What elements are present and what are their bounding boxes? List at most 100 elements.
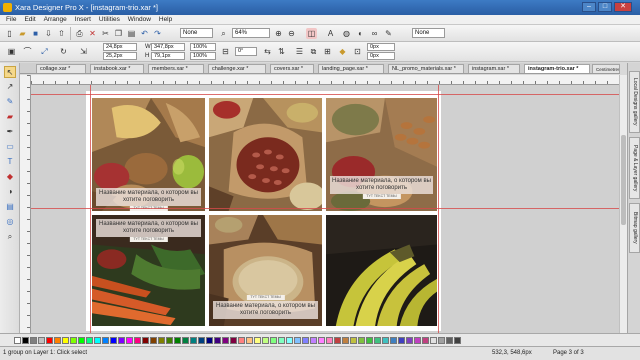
tile-vegetables[interactable]: Название материала, о котором вы хотите … xyxy=(91,97,206,212)
colour-swatch[interactable] xyxy=(54,337,61,344)
open-folder-icon[interactable]: ▰ xyxy=(17,28,28,39)
colour-swatch[interactable] xyxy=(38,337,45,344)
colour-swatch[interactable] xyxy=(390,337,397,344)
tab-members[interactable]: members.xar * xyxy=(148,64,204,73)
colour-swatch[interactable] xyxy=(150,337,157,344)
colour-swatch[interactable] xyxy=(350,337,357,344)
cut-icon[interactable]: ✂ xyxy=(100,28,111,39)
local-designs-gallery-tab[interactable]: Local Designs gallery xyxy=(629,71,640,133)
tab-nl-promo-materials[interactable]: NL_promo_materials.xar * xyxy=(388,64,464,73)
colour-swatch[interactable] xyxy=(190,337,197,344)
colour-swatch[interactable] xyxy=(438,337,445,344)
rectangle-tool-icon[interactable]: ▭ xyxy=(4,141,16,153)
colour-swatch[interactable] xyxy=(366,337,373,344)
colour-swatch[interactable] xyxy=(414,337,421,344)
x-position-field[interactable]: 24,8px xyxy=(103,43,137,51)
tile-lentils-almonds[interactable]: Название материала, о котором вы хотите … xyxy=(325,97,438,212)
save-icon[interactable]: ■ xyxy=(30,28,41,39)
bezier-icon[interactable]: ⌒ xyxy=(22,46,33,57)
rotate-icon[interactable]: ↻ xyxy=(58,46,69,57)
bitmap-gallery-tab[interactable]: Bitmap gallery xyxy=(629,203,640,253)
print-icon[interactable]: ⎙ xyxy=(74,28,85,39)
colour-swatch[interactable] xyxy=(142,337,149,344)
colour-swatch[interactable] xyxy=(206,337,213,344)
spacing-field[interactable]: 0px xyxy=(367,52,395,60)
colour-swatch[interactable] xyxy=(198,337,205,344)
colour-swatch[interactable] xyxy=(294,337,301,344)
colour-swatch[interactable] xyxy=(62,337,69,344)
flip-vertical-icon[interactable]: ⇅ xyxy=(276,46,287,57)
horizontal-guide[interactable] xyxy=(31,208,619,209)
page-layer-gallery-tab[interactable]: Page & Layer gallery xyxy=(629,137,640,199)
tab-covers[interactable]: covers.xar * xyxy=(270,64,314,73)
minimize-button[interactable]: – xyxy=(582,2,596,12)
menu-edit[interactable]: Edit xyxy=(24,15,35,25)
colour-swatch[interactable] xyxy=(382,337,389,344)
scale-x-field[interactable]: 100% xyxy=(190,43,216,51)
colour-swatch[interactable] xyxy=(342,337,349,344)
colour-swatch[interactable] xyxy=(182,337,189,344)
colour-swatch[interactable] xyxy=(326,337,333,344)
zoom-icon[interactable]: ⌕ xyxy=(218,28,229,39)
colour-swatch[interactable] xyxy=(334,337,341,344)
colour-swatch[interactable] xyxy=(110,337,117,344)
text-tool-icon[interactable]: T xyxy=(4,156,16,168)
lock-icon[interactable]: ⊡ xyxy=(352,46,363,57)
y-position-field[interactable]: 25,2px xyxy=(103,52,137,60)
zoom-field[interactable]: 64% xyxy=(232,28,270,38)
snap-icon[interactable]: ◫ xyxy=(306,28,317,39)
flip-horizontal-icon[interactable]: ⇆ xyxy=(262,46,273,57)
tile-bananas[interactable] xyxy=(325,214,438,327)
colour-swatch[interactable] xyxy=(134,337,141,344)
colour-swatch[interactable] xyxy=(358,337,365,344)
tile-beans[interactable] xyxy=(208,97,323,212)
colour-swatch[interactable] xyxy=(278,337,285,344)
vertical-guide[interactable] xyxy=(438,85,439,333)
tab-collage[interactable]: collage.xar * xyxy=(36,64,86,73)
menu-arrange[interactable]: Arrange xyxy=(44,15,67,25)
delete-icon[interactable]: ✕ xyxy=(87,28,98,39)
tile-carrots[interactable]: Название материала, о котором вы хотите … xyxy=(91,214,206,327)
arrange-icon[interactable]: ⧉ xyxy=(308,46,319,57)
colour-swatch[interactable] xyxy=(94,337,101,344)
colour-swatch[interactable] xyxy=(166,337,173,344)
transform-icon[interactable]: ⤢ xyxy=(39,46,50,57)
colour-swatch[interactable] xyxy=(374,337,381,344)
colour-swatch[interactable] xyxy=(430,337,437,344)
colour-swatch[interactable] xyxy=(262,337,269,344)
new-document-icon[interactable]: ▯ xyxy=(4,28,15,39)
tab-instagram[interactable]: instagram.xar * xyxy=(468,64,520,73)
link-icon[interactable]: ∞ xyxy=(369,28,380,39)
colour-swatch[interactable] xyxy=(446,337,453,344)
menu-file[interactable]: File xyxy=(6,15,16,25)
colour-swatch[interactable] xyxy=(78,337,85,344)
selector-options-icon[interactable]: ▣ xyxy=(6,46,17,57)
shadow-tool-icon[interactable]: ▤ xyxy=(4,201,16,213)
align-icon[interactable]: ☰ xyxy=(294,46,305,57)
shape-editor-tool-icon[interactable]: ↗ xyxy=(4,81,16,93)
tab-instagram-trio[interactable]: instagram-trio.xar * xyxy=(524,64,590,73)
zoom-in-icon[interactable]: ⊕ xyxy=(273,28,284,39)
text-style-icon[interactable]: A xyxy=(325,28,336,39)
selector-tool-icon[interactable]: ↖ xyxy=(4,66,16,78)
width-field[interactable]: 347,8px xyxy=(151,43,185,51)
menu-insert[interactable]: Insert xyxy=(75,15,91,25)
fill-icon[interactable]: ◍ xyxy=(341,28,352,39)
redo-icon[interactable]: ↷ xyxy=(152,28,163,39)
tab-challenge[interactable]: challenge.xar * xyxy=(208,64,266,73)
colour-swatch[interactable] xyxy=(254,337,261,344)
vertical-guide[interactable] xyxy=(90,85,91,333)
transparency-tool-icon[interactable]: ◑ xyxy=(4,186,16,198)
colour-swatch[interactable] xyxy=(310,337,317,344)
document-canvas[interactable]: Название материала, о котором вы хотите … xyxy=(31,85,619,333)
colour-swatch[interactable] xyxy=(422,337,429,344)
tile-grains[interactable]: Название материала, о котором вы хотите … xyxy=(208,214,323,327)
colour-swatch[interactable] xyxy=(22,337,29,344)
colour-swatch[interactable] xyxy=(30,337,37,344)
colour-swatch[interactable] xyxy=(270,337,277,344)
colour-swatch[interactable] xyxy=(238,337,245,344)
copy-icon[interactable]: ❐ xyxy=(113,28,124,39)
colour-swatch[interactable] xyxy=(158,337,165,344)
tag-icon[interactable]: ◆ xyxy=(337,46,348,57)
colour-swatch[interactable] xyxy=(222,337,229,344)
